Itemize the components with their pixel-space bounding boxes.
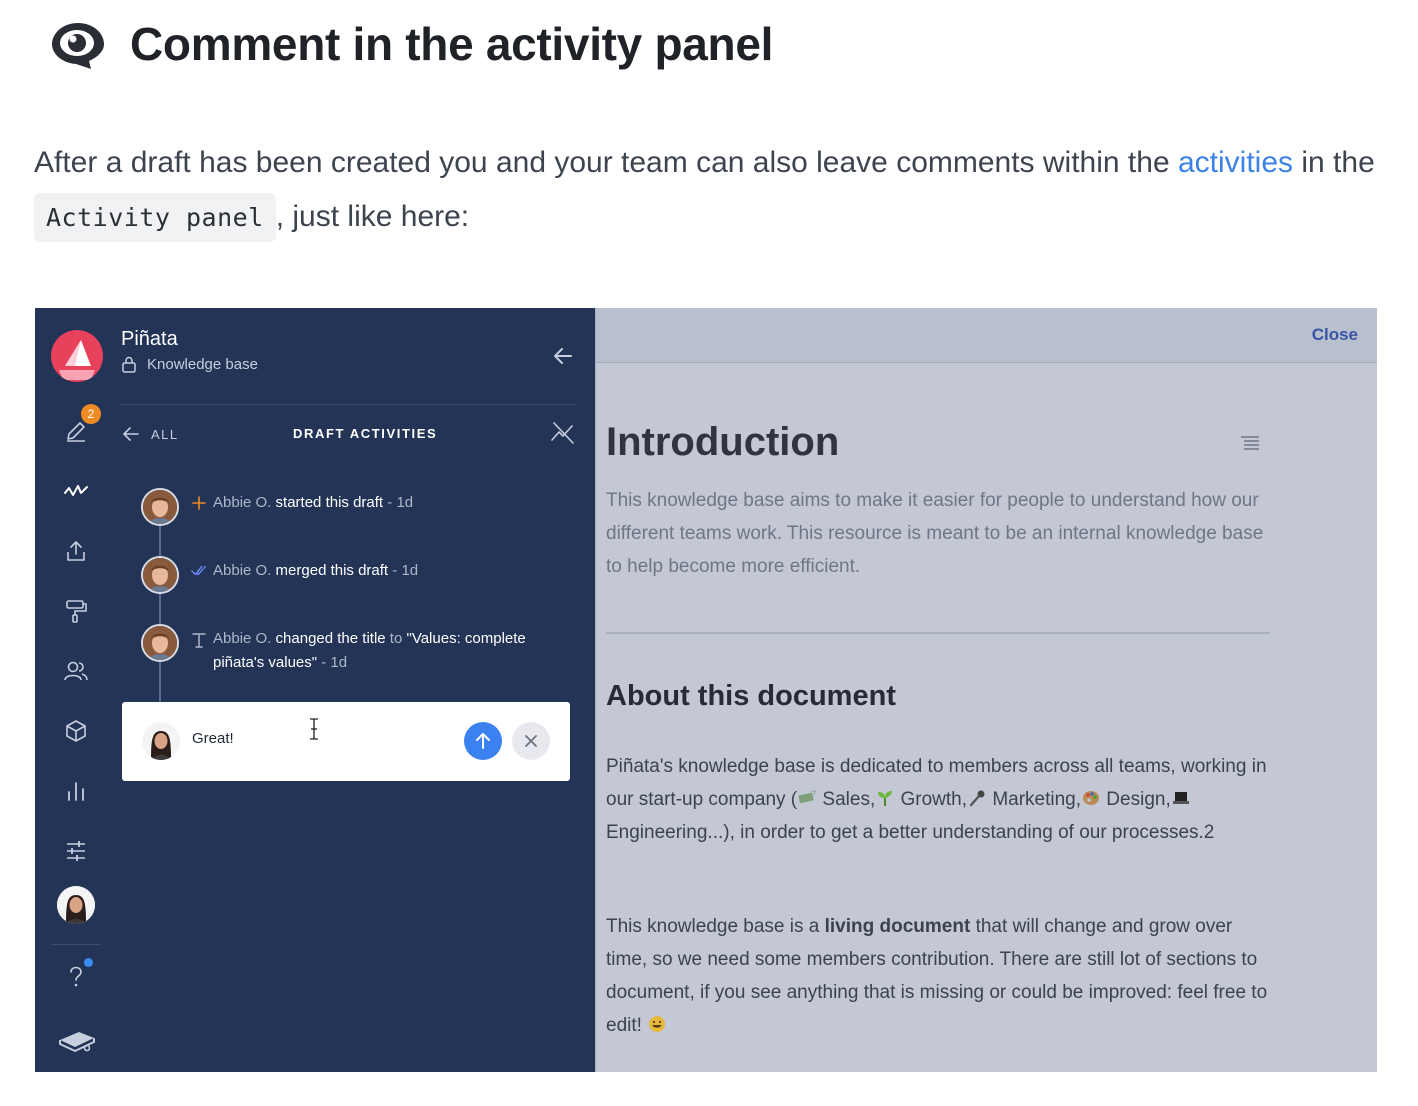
seedling-icon	[875, 785, 895, 806]
notification-dot	[84, 958, 93, 967]
document-topbar: Close	[596, 308, 1377, 363]
engineering-label: Engineering...), in order to get a bette…	[606, 822, 1215, 843]
activity-action: started this draft	[275, 494, 384, 511]
activity-time: - 1d	[317, 654, 348, 671]
panel-title: DRAFT ACTIVITIES	[293, 426, 438, 441]
product-screenshot: Piñata Knowledge base 2 ALL DRAFT ACTIVI…	[35, 308, 1377, 1072]
activity-item: Abbie O. merged this draft - 1d	[141, 556, 553, 594]
microphone-icon	[967, 785, 987, 807]
double-check-icon	[191, 564, 207, 578]
arrow-up-icon	[476, 733, 490, 749]
comment-input[interactable]	[192, 730, 392, 747]
avatar	[141, 624, 179, 662]
smiley-icon	[647, 1011, 667, 1032]
activity-connector: to	[385, 630, 407, 647]
panel-divider	[121, 404, 575, 405]
timeline-line	[159, 518, 161, 704]
lock-icon	[121, 356, 137, 373]
design-label: Design,	[1101, 789, 1171, 810]
user-avatar[interactable]	[57, 886, 95, 924]
settings-sliders-icon[interactable]	[61, 836, 91, 866]
eye-speech-icon	[48, 16, 108, 72]
activity-panel-code: Activity panel	[34, 193, 276, 242]
workspace-subtitle-text: Knowledge base	[147, 356, 258, 373]
document-title: Introduction	[606, 420, 840, 464]
about-paragraph: Piñata's knowledge base is dedicated to …	[606, 750, 1270, 849]
activity-text: Abbie O. changed the title to "Values: c…	[213, 627, 553, 675]
avatar	[141, 556, 179, 594]
page-title: Comment in the activity panel	[130, 18, 774, 70]
workspace-name: Piñata	[121, 328, 178, 350]
share-icon[interactable]	[61, 536, 91, 566]
activity-time: - 1d	[383, 494, 414, 511]
back-all-label: ALL	[151, 426, 179, 442]
intro-description: This knowledge base aims to make it easi…	[606, 490, 1264, 577]
cube-icon[interactable]	[61, 716, 91, 746]
activity-action: merged this draft	[275, 562, 389, 579]
activity-user: Abbie O.	[213, 494, 272, 511]
avatar	[142, 722, 180, 760]
activities-link[interactable]: activities	[1178, 146, 1293, 179]
plus-icon	[191, 496, 207, 510]
activity-user: Abbie O.	[213, 630, 272, 647]
table-of-contents-icon[interactable]	[1240, 436, 1260, 455]
text-icon	[191, 632, 207, 648]
living-document-paragraph: This knowledge base is a living document…	[606, 910, 1270, 1042]
laptop-icon	[1171, 785, 1191, 804]
activity-item: Abbie O. started this draft - 1d	[141, 488, 553, 526]
activity-icon[interactable]	[61, 476, 91, 506]
drafts-count-badge: 2	[81, 404, 101, 424]
activity-sidebar: Piñata Knowledge base 2 ALL DRAFT ACTIVI…	[35, 308, 595, 1072]
section-divider	[606, 632, 1270, 634]
intro-text-middle: in the	[1293, 146, 1375, 179]
send-comment-button[interactable]	[464, 722, 502, 760]
document-preview: Close Introduction This knowledge base a…	[595, 308, 1377, 1072]
cancel-comment-button[interactable]	[512, 722, 550, 760]
sales-label: Sales,	[817, 789, 876, 810]
workspace-logo[interactable]	[51, 330, 103, 382]
arrow-left-icon	[123, 427, 139, 441]
intro-text-start: After a draft has been created you and y…	[34, 146, 1178, 179]
activity-time: - 1d	[388, 562, 419, 579]
text-cursor-icon	[308, 718, 320, 745]
intro-paragraph: After a draft has been created you and y…	[34, 136, 1384, 245]
marketing-label: Marketing,	[987, 789, 1082, 810]
analytics-icon[interactable]	[61, 776, 91, 806]
page-heading: Comment in the activity panel	[48, 14, 773, 74]
palette-icon	[1081, 785, 1101, 805]
nav-divider	[51, 944, 101, 945]
collapse-sidebar-button[interactable]	[551, 344, 575, 368]
close-button[interactable]: Close	[1312, 325, 1358, 345]
avatar	[141, 488, 179, 526]
close-icon	[525, 735, 537, 747]
knowledge-book-icon[interactable]	[57, 1026, 97, 1056]
activity-action: changed the title	[275, 630, 386, 647]
intro-text-end: , just like here:	[275, 200, 470, 233]
activity-text: Abbie O. merged this draft - 1d	[213, 559, 553, 583]
money-icon	[797, 785, 817, 804]
living-text-start: This knowledge base is a	[606, 916, 825, 937]
back-to-all-button[interactable]: ALL	[123, 424, 179, 444]
members-icon[interactable]	[61, 656, 91, 686]
activity-text: Abbie O. started this draft - 1d	[213, 491, 553, 515]
section-heading: About this document	[606, 680, 896, 712]
paint-roller-icon[interactable]	[61, 596, 91, 626]
workspace-subtitle: Knowledge base	[121, 356, 258, 373]
comment-composer	[122, 702, 570, 781]
activity-user: Abbie O.	[213, 562, 272, 579]
hide-activity-icon[interactable]	[550, 420, 576, 446]
activity-item: Abbie O. changed the title to "Values: c…	[141, 624, 553, 675]
growth-label: Growth,	[895, 789, 968, 810]
living-document-bold: living document	[824, 916, 971, 937]
